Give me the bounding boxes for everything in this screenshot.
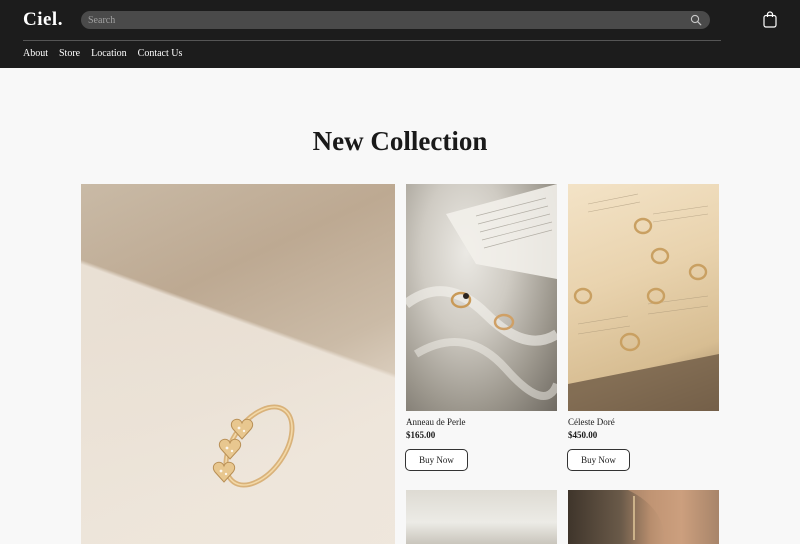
product-image-anneau-de-perle[interactable] xyxy=(406,184,557,411)
shopping-bag-icon[interactable] xyxy=(763,11,777,28)
search-icon[interactable] xyxy=(690,14,702,26)
brand-logo[interactable]: Ciel. xyxy=(23,9,63,31)
product-name[interactable]: Céleste Doré xyxy=(568,417,615,427)
page-title: New Collection xyxy=(312,126,488,156)
header-divider xyxy=(23,40,721,41)
open-book-rings-illustration xyxy=(568,193,719,411)
product-image-celeste-dore[interactable] xyxy=(568,184,719,411)
model-earring-illustration xyxy=(628,490,719,544)
nav-link-about[interactable]: About xyxy=(23,48,48,59)
top-header: Ciel. About Store Location Contact Us xyxy=(0,0,800,68)
buy-now-button[interactable]: Buy Now xyxy=(567,449,630,471)
heart-ring-illustration xyxy=(212,404,295,488)
nav-link-location[interactable]: Location xyxy=(91,48,127,59)
product-name[interactable]: Anneau de Perle xyxy=(406,417,465,427)
product-image-3[interactable] xyxy=(406,490,557,544)
hero-product-image[interactable] xyxy=(81,184,395,544)
product-price: $450.00 xyxy=(568,430,598,440)
product-image-4[interactable] xyxy=(568,490,719,544)
nav-link-store[interactable]: Store xyxy=(59,48,80,59)
product-price: $165.00 xyxy=(406,430,436,440)
search-input[interactable] xyxy=(88,12,678,28)
buy-now-button[interactable]: Buy Now xyxy=(405,449,468,471)
book-and-rings-illustration xyxy=(406,184,557,400)
main-nav: About Store Location Contact Us xyxy=(23,48,182,59)
search-bar[interactable] xyxy=(81,11,710,29)
nav-link-contact-us[interactable]: Contact Us xyxy=(138,48,183,59)
